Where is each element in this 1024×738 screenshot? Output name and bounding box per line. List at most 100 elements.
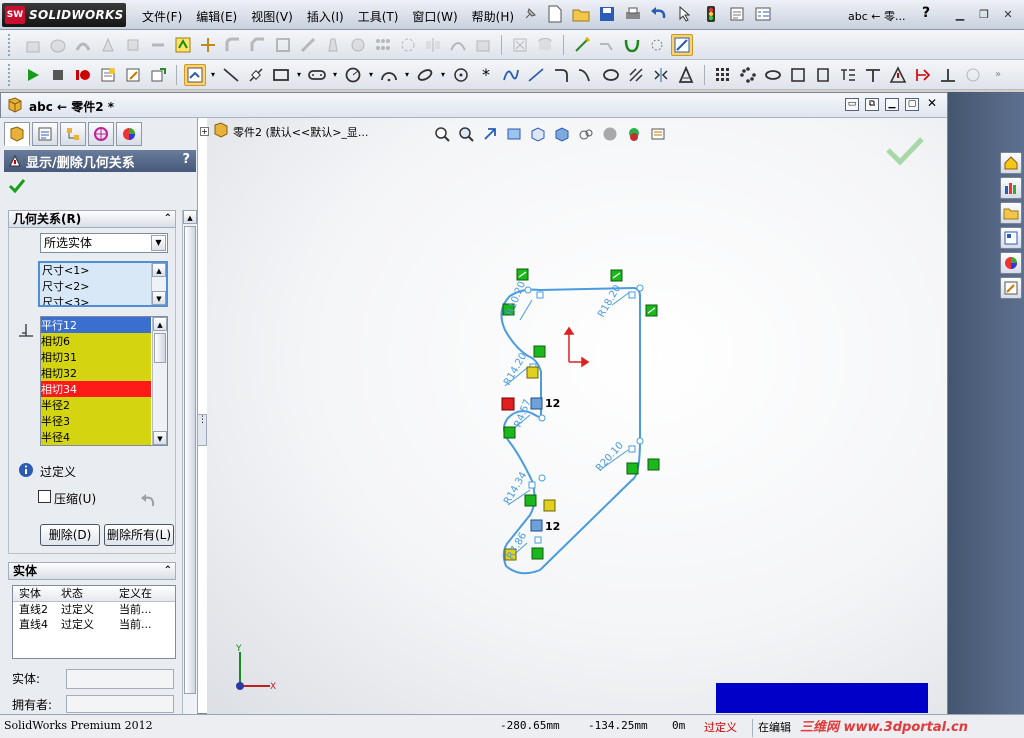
display-relations-icon[interactable] (671, 33, 693, 56)
menu-file[interactable]: 文件(F) (136, 6, 188, 27)
open-folder-icon[interactable] (570, 3, 592, 25)
more-tools-icon[interactable]: » (987, 64, 1009, 86)
add-relation-icon[interactable] (887, 64, 909, 86)
delete-face-icon[interactable] (509, 34, 531, 56)
arc-icon[interactable] (378, 64, 400, 86)
sweep-icon[interactable] (72, 34, 94, 56)
toolbar-grip[interactable] (8, 33, 13, 56)
relation-list-item[interactable]: 相切31 (41, 349, 151, 365)
custom-properties-icon[interactable] (1000, 277, 1022, 299)
record-icon[interactable] (72, 64, 94, 86)
menu-window[interactable]: 窗口(W) (406, 6, 463, 27)
save-icon[interactable] (596, 3, 618, 25)
chevron-down-icon[interactable]: ▾ (439, 64, 447, 86)
instant3d-icon[interactable] (472, 34, 494, 56)
sketch-picture-icon[interactable] (812, 64, 834, 86)
feature-manager-tab[interactable] (4, 122, 30, 146)
relations-group-header[interactable]: 几何关系(R) ⌃ (8, 210, 176, 228)
boundary-icon[interactable] (122, 34, 144, 56)
menu-insert[interactable]: 插入(I) (301, 6, 350, 27)
view-palette-icon[interactable] (1000, 227, 1022, 249)
chamfer-icon[interactable] (247, 34, 269, 56)
entities-scrollbar[interactable]: ▲ ▼ (151, 263, 166, 305)
shell-icon[interactable] (272, 34, 294, 56)
list-item[interactable]: 尺寸<1> (40, 263, 166, 279)
pin-icon[interactable] (523, 7, 537, 21)
chevron-down-icon[interactable]: ▾ (367, 64, 375, 86)
dimxpert-manager-tab[interactable] (88, 122, 114, 146)
pm-help-icon[interactable]: ? (182, 152, 190, 167)
new-document-icon[interactable] (544, 3, 566, 25)
relation-list-item[interactable]: 相切34 (41, 381, 151, 397)
move-entities-icon[interactable] (675, 64, 697, 86)
scroll-thumb[interactable] (184, 226, 196, 694)
scroll-up-icon[interactable]: ▲ (183, 210, 197, 224)
hole-wizard-icon[interactable] (347, 34, 369, 56)
solidworks-resources-icon[interactable] (1000, 152, 1022, 174)
rebuild-icon[interactable] (700, 3, 722, 25)
chevron-down-icon[interactable]: ▾ (295, 64, 303, 86)
ellipse-icon[interactable] (414, 64, 436, 86)
convert-entities-icon[interactable] (625, 64, 647, 86)
status-sketch-state[interactable]: 过定义 (704, 719, 737, 735)
selected-entities-list[interactable]: 尺寸<1> 尺寸<2> 尺寸<3> ▲ ▼ (38, 261, 168, 307)
centerline-icon[interactable] (525, 64, 547, 86)
relations-list[interactable]: 平行12 相切6 相切31 相切32 相切34 半径2 半径3 半径4 ▲ ▼ (40, 316, 168, 446)
configuration-manager-tab[interactable] (60, 122, 86, 146)
fillet-icon[interactable] (222, 34, 244, 56)
file-properties-icon[interactable] (726, 3, 748, 25)
column-header[interactable]: 状态 (57, 586, 113, 601)
appearances-icon[interactable] (1000, 252, 1022, 274)
draft-icon[interactable] (322, 34, 344, 56)
stop-icon[interactable] (47, 64, 69, 86)
relations-manager-icon[interactable] (912, 64, 934, 86)
relations-scrollbar[interactable]: ▲ ▼ (152, 317, 167, 445)
options-icon[interactable] (752, 3, 774, 25)
curves-icon[interactable] (447, 34, 469, 56)
compress-checkbox[interactable] (38, 490, 51, 503)
property-manager-scrollbar[interactable]: ▲ (182, 210, 197, 714)
line-icon[interactable] (220, 64, 242, 86)
chevron-down-icon[interactable]: ▾ (331, 64, 339, 86)
cut-icon[interactable] (147, 34, 169, 56)
list-item[interactable]: 尺寸<2> (40, 279, 166, 295)
entities-group-header[interactable]: 实体 ⌃ (8, 562, 176, 580)
perpendicular-icon[interactable] (937, 64, 959, 86)
relation-list-item[interactable]: 半径2 (41, 397, 151, 413)
select-cursor-icon[interactable] (674, 3, 696, 25)
restore-icon[interactable]: ❐ (974, 5, 994, 23)
entity-field[interactable] (66, 669, 174, 689)
reference-geometry-icon[interactable] (197, 34, 219, 56)
spline-icon[interactable] (500, 64, 522, 86)
compress-label[interactable]: 压缩(U) (54, 490, 96, 507)
play-icon[interactable] (22, 64, 44, 86)
edit-macro-icon[interactable] (122, 64, 144, 86)
customize-macro-icon[interactable] (147, 64, 169, 86)
design-library-icon[interactable] (1000, 177, 1022, 199)
scroll-up-icon[interactable]: ▲ (153, 317, 167, 331)
delete-all-button[interactable]: 删除所有(L) (104, 524, 174, 546)
sketch-fillet-icon[interactable] (550, 64, 572, 86)
print-icon[interactable] (622, 3, 644, 25)
menu-edit[interactable]: 编辑(E) (190, 6, 243, 27)
panel-splitter-handle[interactable]: ⋮ (197, 414, 207, 446)
extrude-icon[interactable] (22, 34, 44, 56)
doc-maximize-icon[interactable]: ▢ (905, 98, 919, 111)
sketch-mode-icon[interactable] (184, 63, 206, 86)
sketch-ellipse-icon[interactable] (762, 64, 784, 86)
minimize-icon[interactable]: ▁ (950, 5, 970, 23)
cylinder-icon[interactable] (534, 34, 556, 56)
sketch-check-icon[interactable] (962, 64, 984, 86)
file-explorer-icon[interactable] (1000, 202, 1022, 224)
help-icon[interactable]: ? (922, 5, 940, 23)
owner-field[interactable] (66, 695, 174, 713)
menu-view[interactable]: 视图(V) (245, 6, 299, 27)
horizontal-dimension-icon[interactable] (862, 64, 884, 86)
sketch-text-box-icon[interactable] (787, 64, 809, 86)
document-breadcrumb[interactable]: abc ← 零... (848, 8, 905, 24)
chevron-down-icon[interactable]: ▾ (209, 64, 217, 86)
point-icon[interactable]: * (475, 64, 497, 86)
relation-list-item[interactable]: 半径4 (41, 429, 151, 445)
table-row[interactable]: 直线2 过定义 当前... (13, 602, 175, 617)
delete-button[interactable]: 删除(D) (40, 524, 100, 546)
